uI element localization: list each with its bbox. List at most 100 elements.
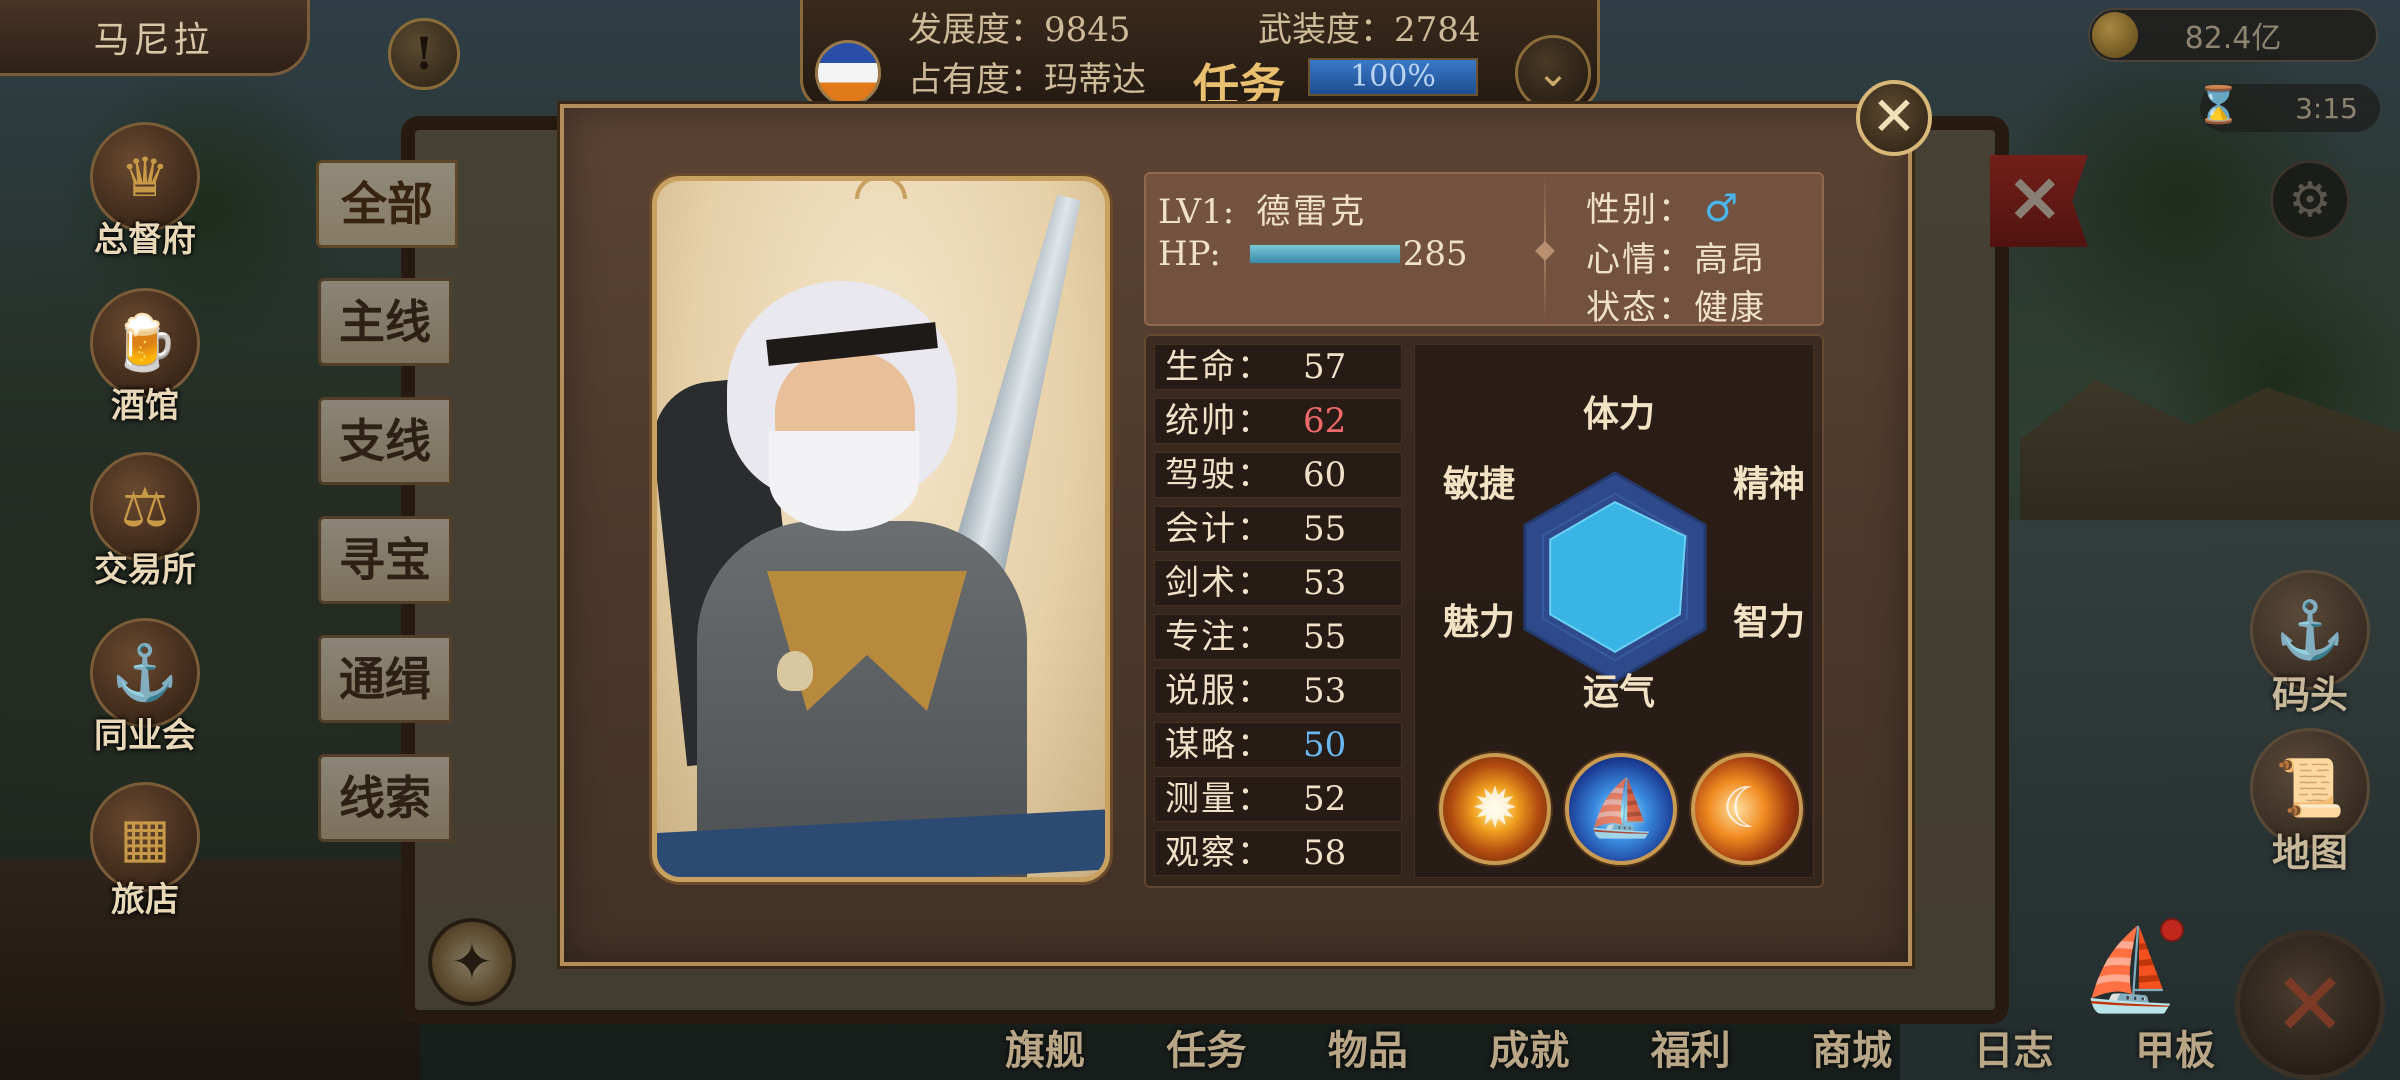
bottom-nav-item[interactable]: 成就 xyxy=(1464,1018,1594,1080)
city-menu-label: 旅店 xyxy=(111,880,179,920)
level-label: LV1: xyxy=(1158,192,1235,232)
development-stat: 发展度：9845 xyxy=(908,10,1131,50)
bottom-nav-item[interactable]: 日志 xyxy=(1949,1018,2079,1080)
alert-icon[interactable]: ! xyxy=(388,18,460,90)
right-menu-button[interactable]: 📜 地图 xyxy=(2245,728,2375,877)
stat-name: 测量： xyxy=(1165,779,1273,819)
right-menu-button[interactable]: ⚓ 码头 xyxy=(2245,570,2375,719)
mood-row: 心情：高昂 xyxy=(1586,232,1766,281)
stat-row: 说服： 53 xyxy=(1154,668,1402,714)
stat-value: 58 xyxy=(1303,833,1347,873)
character-info-header: LV1: 德雷克 HP: 285 性别： ♂ 心情：高昂 状态：健康 xyxy=(1144,172,1824,329)
male-icon: ♂ xyxy=(1704,186,1741,230)
stat-value: 55 xyxy=(1303,509,1347,549)
city-menu-item[interactable]: ⚓ 同业会 xyxy=(85,618,205,757)
stat-name: 驾驶： xyxy=(1165,455,1273,495)
stat-name: 会计： xyxy=(1165,509,1273,549)
status-value: 健康 xyxy=(1694,288,1766,328)
gender-label: 性别： xyxy=(1586,190,1694,230)
task-progress-bar: 100% xyxy=(1308,58,1478,96)
stat-row: 统帅： 62 xyxy=(1154,398,1402,444)
city-status-panel: 发展度：9845 武装度：2784 占有度：玛蒂达 任务 100% xyxy=(800,0,1600,113)
city-menu-label: 同业会 xyxy=(94,716,196,756)
radar-axis-label: 精神 xyxy=(1733,463,1806,505)
stat-value: 50 xyxy=(1303,725,1347,765)
coin-icon xyxy=(2092,12,2138,58)
settings-gear-icon[interactable]: ⚙ xyxy=(2270,160,2350,240)
timer-value: 3:15 xyxy=(2295,91,2358,125)
hourglass-icon: ⌛ xyxy=(2196,85,2241,126)
bottom-nav-item[interactable]: 甲板 xyxy=(2110,1018,2240,1080)
gold-amount: 82.4亿 xyxy=(2184,21,2282,56)
city-menu-item[interactable]: ⚖ 交易所 xyxy=(85,452,205,591)
ship-icon[interactable]: ⛵ xyxy=(2070,910,2190,1030)
stat-name: 专注： xyxy=(1165,617,1273,657)
stat-name: 统帅： xyxy=(1165,401,1273,441)
city-menu-label: 酒馆 xyxy=(111,386,179,426)
horn-skill-icon[interactable]: ☾ xyxy=(1691,753,1803,865)
stat-row: 驾驶： 60 xyxy=(1154,452,1402,498)
stat-value: 53 xyxy=(1303,563,1347,603)
stat-value: 57 xyxy=(1303,347,1347,387)
bottom-nav-item[interactable]: 任务 xyxy=(1141,1018,1271,1080)
character-name: 德雷克 xyxy=(1256,192,1368,232)
stat-value: 53 xyxy=(1303,671,1347,711)
stat-value: 62 xyxy=(1303,401,1347,441)
notification-dot xyxy=(2160,918,2184,942)
armament-stat: 武装度：2784 xyxy=(1258,10,1481,50)
city-menu-item[interactable]: 🍺 酒馆 xyxy=(85,288,205,427)
stat-row: 观察： 58 xyxy=(1154,830,1402,876)
attribute-radar: 体力 精神 智力 运气 魅力 敏捷 ✹ ⛵ ☾ xyxy=(1414,344,1814,878)
level-name-row: LV1: 德雷克 xyxy=(1158,184,1367,233)
stat-name: 剑术： xyxy=(1165,563,1273,603)
character-portrait xyxy=(652,176,1110,882)
city-name-tab[interactable]: 马尼拉 xyxy=(0,0,310,76)
stat-value: 52 xyxy=(1303,779,1347,819)
city-menu-label: 交易所 xyxy=(94,550,196,590)
ship-skill-icon[interactable]: ⛵ xyxy=(1565,753,1677,865)
stat-name: 谋略： xyxy=(1165,725,1273,765)
bottom-nav-item[interactable]: 福利 xyxy=(1626,1018,1756,1080)
hp-label: HP: xyxy=(1158,234,1221,274)
stat-value: 55 xyxy=(1303,617,1347,657)
bottom-nav-item[interactable]: 商城 xyxy=(1787,1018,1917,1080)
bottom-nav-item[interactable]: 物品 xyxy=(1303,1018,1433,1080)
hp-value: 285 xyxy=(1402,234,1468,274)
nation-flag-icon xyxy=(815,40,881,106)
hp-bar xyxy=(1248,244,1401,264)
city-menu-item[interactable]: ▦ 旅店 xyxy=(85,782,205,921)
gender-row: 性别： ♂ xyxy=(1586,182,1740,231)
stat-name: 说服： xyxy=(1165,671,1273,711)
stat-row: 谋略： 50 xyxy=(1154,722,1402,768)
radar-axis-label: 敏捷 xyxy=(1443,463,1516,505)
occupancy-stat: 占有度：玛蒂达 xyxy=(908,60,1146,100)
right-menu-label: 地图 xyxy=(2271,830,2348,875)
status-label: 状态： xyxy=(1586,288,1694,328)
stat-row: 生命： 57 xyxy=(1154,344,1402,390)
stat-value: 60 xyxy=(1303,455,1347,495)
stat-row: 剑术： 53 xyxy=(1154,560,1402,606)
character-stats-panel: 生命： 57 统帅： 62 驾驶： 60 会计： 55 剑术： 53 专注： 55 说服： 53 谋略： 50… xyxy=(1144,334,1824,888)
right-menu-label: 码头 xyxy=(2271,672,2348,717)
sunburst-skill-icon[interactable]: ✹ xyxy=(1439,753,1551,865)
city-menu-label: 总督府 xyxy=(94,220,196,260)
stat-name: 观察： xyxy=(1165,833,1273,873)
dialog-close-button[interactable]: ✕ xyxy=(1856,80,1932,156)
status-row: 状态：健康 xyxy=(1586,280,1766,329)
radar-axis-label: 体力 xyxy=(1583,393,1656,435)
mood-label: 心情： xyxy=(1586,240,1694,280)
stat-name: 生命： xyxy=(1165,347,1273,387)
gold-counter: 82.4亿 xyxy=(2088,8,2378,62)
city-menu-item[interactable]: ♛ 总督府 xyxy=(85,122,205,261)
collapse-chevron-icon[interactable]: ⌄ xyxy=(1515,35,1591,111)
crossed-swords-button[interactable]: ✕ xyxy=(2235,930,2385,1080)
stat-row: 会计： 55 xyxy=(1154,506,1402,552)
timer-display: ⌛ 3:15 xyxy=(2196,84,2380,132)
stat-row: 专注： 55 xyxy=(1154,614,1402,660)
stat-row: 测量： 52 xyxy=(1154,776,1402,822)
bottom-nav-item[interactable]: 旗舰 xyxy=(980,1018,1110,1080)
bottom-navigation: 旗舰 任务 物品 成就 福利 商城 日志 甲板 xyxy=(980,1018,2240,1080)
mood-value: 高昂 xyxy=(1694,240,1766,280)
task-progress-percent: 100% xyxy=(1350,59,1436,94)
radar-axis-label: 运气 xyxy=(1583,671,1656,713)
